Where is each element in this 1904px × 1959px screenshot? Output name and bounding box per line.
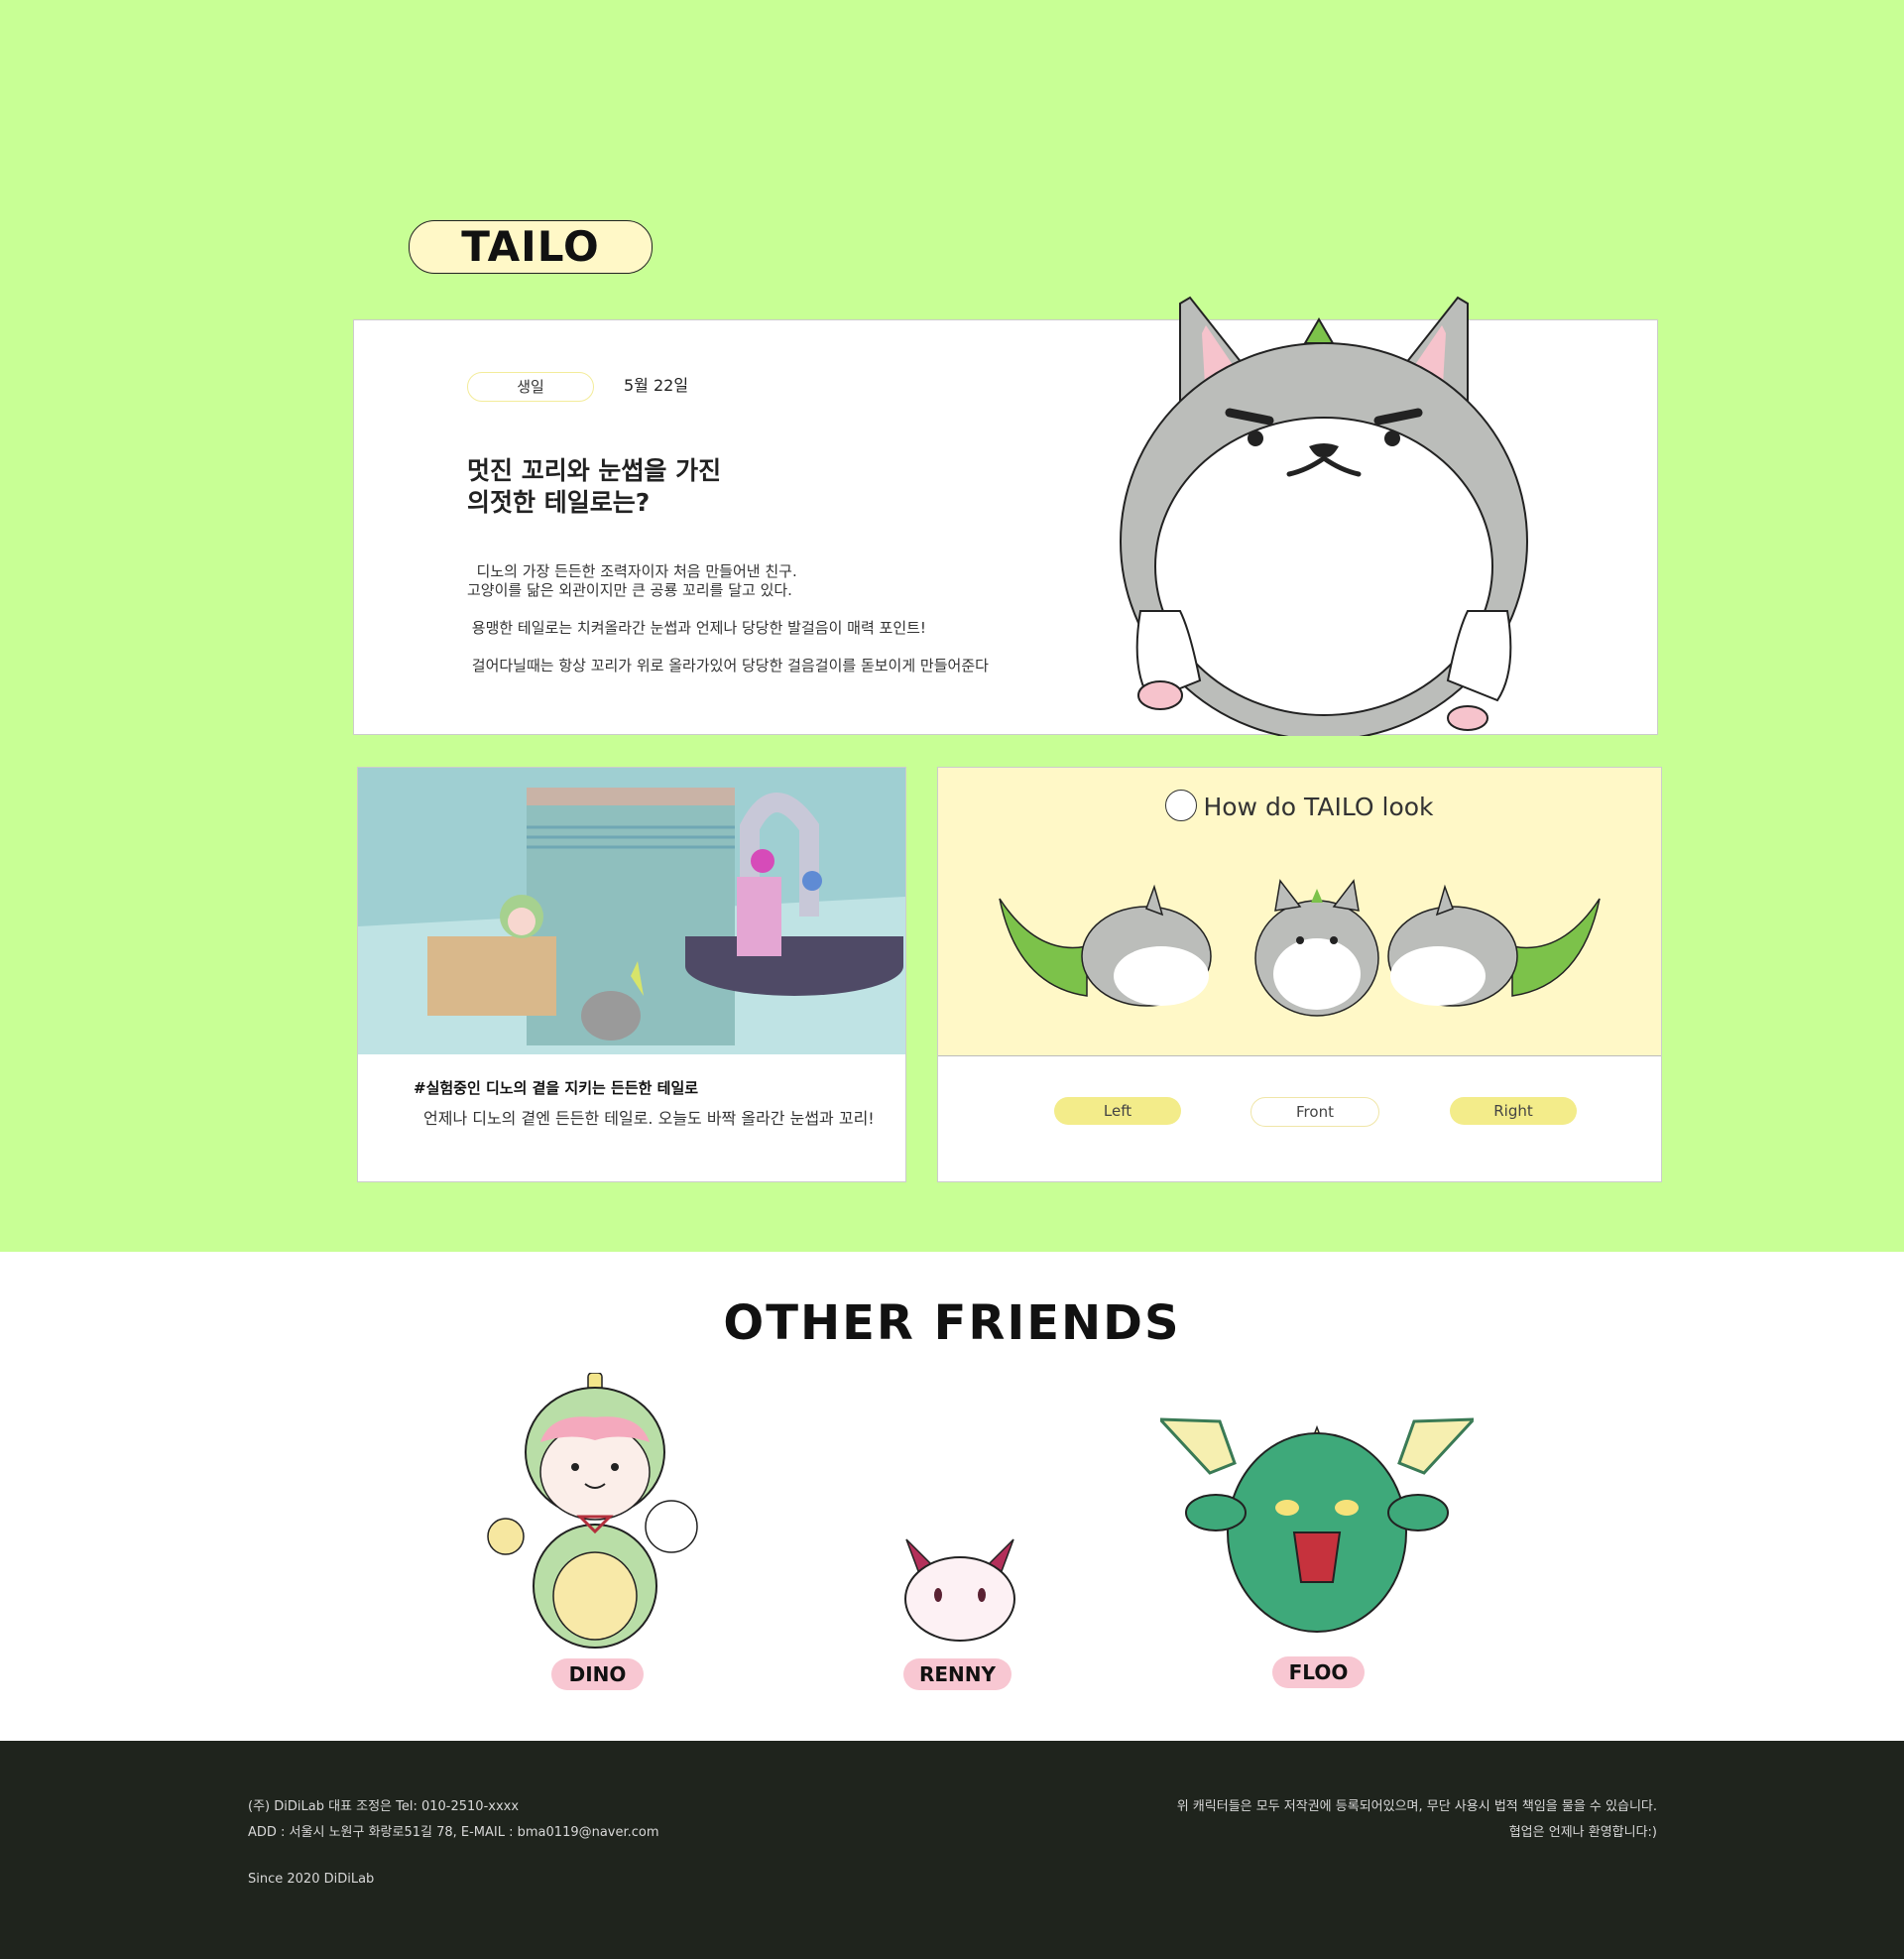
tailo-illustration	[1120, 296, 1528, 736]
view-left-button[interactable]: Left	[1054, 1097, 1181, 1125]
company-line-1: (주) DiDiLab 대표 조정은 Tel: 010-2510-xxxx	[248, 1799, 520, 1814]
desc-line-2: 고양이를 닮은 외관이지만 큰 공룡 꼬리를 달고 있다.	[467, 581, 792, 599]
headline-line-2: 의젓한 테일로는?	[467, 488, 651, 517]
copyright-notice: 위 캐릭터들은 모두 저작권에 등록되어있으며, 무단 사용시 법적 책임을 물…	[1177, 1794, 1657, 1846]
desc-line-3: 용맹한 테일로는 치켜올라간 눈썹과 언제나 당당한 발걸음이 매력 포인트!	[467, 619, 926, 637]
headline-line-1: 멋진 꼬리와 눈썹을 가진	[467, 456, 722, 485]
tailo-left-view	[999, 884, 1212, 1007]
tailo-front-view	[1254, 879, 1379, 1017]
views-card: How do TAILO look Left Front Right	[937, 767, 1662, 1182]
renny-illustration[interactable]	[900, 1537, 1019, 1642]
tailo-turnaround-art	[999, 879, 1601, 1017]
dino-illustration[interactable]	[481, 1373, 709, 1655]
hero-section: TAILO 생일 5월 22일 멋진 꼬리와 눈썹을 가진 의젓한 테일로는? …	[0, 0, 1904, 1252]
scene-caption-title: #실험중인 디노의 곁을 지키는 든든한 테일로	[414, 1079, 699, 1097]
lab-scene-image	[358, 768, 905, 1054]
tailo-right-view	[1387, 884, 1601, 1007]
friend-name-floo[interactable]: FLOO	[1272, 1656, 1365, 1688]
views-preview: How do TAILO look	[938, 768, 1661, 1056]
profile-headline: 멋진 꼬리와 눈썹을 가진 의젓한 테일로는?	[467, 455, 721, 519]
desc-line-1: 디노의 가장 든든한 조력자이자 처음 만들어낸 친구.	[467, 562, 797, 580]
view-right-button[interactable]: Right	[1450, 1097, 1577, 1125]
notice-line-1: 위 캐릭터들은 모두 저작권에 등록되어있으며, 무단 사용시 법적 책임을 물…	[1176, 1799, 1657, 1814]
since-text: Since 2020 DiDiLab	[248, 1872, 375, 1887]
company-info: (주) DiDiLab 대표 조정은 Tel: 010-2510-xxxx AD…	[248, 1794, 659, 1846]
friend-name-dino[interactable]: DINO	[551, 1658, 644, 1690]
floo-illustration[interactable]	[1160, 1413, 1474, 1642]
footer: (주) DiDiLab 대표 조정은 Tel: 010-2510-xxxx AD…	[0, 1741, 1904, 1959]
character-title: TAILO	[461, 222, 600, 271]
birthday-label: 생일	[467, 372, 594, 402]
views-title-text: How do TAILO look	[1203, 793, 1434, 821]
scene-card: #실험중인 디노의 곁을 지키는 든든한 테일로 언제나 디노의 곁엔 든든한 …	[357, 767, 906, 1182]
birthday-value: 5월 22일	[624, 376, 689, 395]
profile-description: 디노의 가장 든든한 조력자이자 처음 만들어낸 친구. 고양이를 닮은 외관이…	[467, 562, 989, 675]
company-line-2: ADD : 서울시 노원구 화랑로51길 78, E-MAIL : bma011…	[248, 1825, 659, 1840]
desc-line-4: 걸어다닐때는 항상 꼬리가 위로 올라가있어 당당한 걸음걸이를 돋보이게 만들…	[467, 657, 989, 674]
view-front-button[interactable]: Front	[1250, 1097, 1379, 1127]
notice-line-2: 협업은 언제나 환영합니다:)	[1508, 1825, 1657, 1840]
friend-name-renny[interactable]: RENNY	[903, 1658, 1012, 1690]
paw-icon	[1165, 790, 1198, 821]
other-friends-title: OTHER FRIENDS	[723, 1295, 1181, 1351]
views-title: How do TAILO look	[938, 790, 1661, 824]
scene-caption-body: 언제나 디노의 곁엔 든든한 테일로. 오늘도 바짝 올라간 눈썹과 꼬리!	[423, 1109, 875, 1128]
character-title-badge: TAILO	[409, 220, 653, 274]
